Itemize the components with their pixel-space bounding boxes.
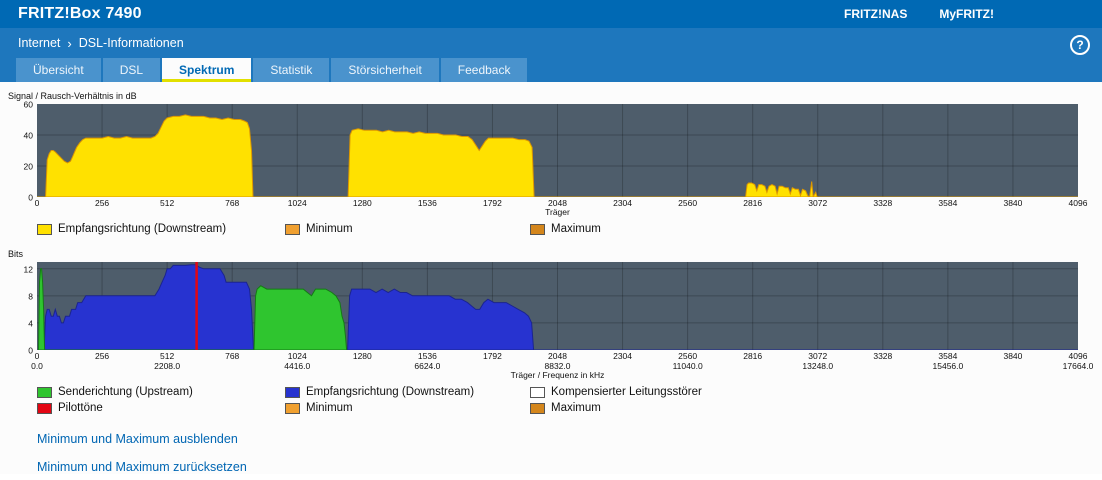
hide-min-max-link[interactable]: Minimum und Maximum ausblenden: [37, 432, 1102, 446]
header-link-myfritz[interactable]: MyFRITZ!: [939, 7, 994, 21]
y-tick-label: 0: [28, 345, 33, 356]
snr-x-axis: 0 256 512 768 1024 1280 1536 1792 2048 2304 2560 28…: [34, 197, 1088, 208]
freq-tick-label: 2208.0: [154, 361, 181, 371]
snr-x-axis-label: Träger: [545, 207, 570, 217]
x-tick-label: 3328: [873, 198, 893, 208]
legend-swatch-icon: [285, 223, 300, 235]
freq-tick-label: 17664.0: [1062, 361, 1094, 371]
legend-swatch-icon: [285, 402, 300, 414]
legend-label: Kompensierter Leitungsstörer: [551, 386, 702, 398]
action-links: Minimum und Maximum ausblenden Minimum u…: [37, 432, 1102, 474]
x-tick-label: 0: [34, 198, 40, 208]
legend-item: Minimum: [285, 223, 353, 235]
snr-chart-title: Signal / Rausch-Verhältnis in dB: [8, 91, 137, 101]
y-tick-label: 60: [23, 99, 33, 110]
snr-chart: 0 20 40 60: [24, 100, 1078, 203]
legend-item: Pilottöne: [37, 402, 103, 414]
freq-tick-label: 8832.0: [544, 361, 571, 371]
x-tick-label: 1280: [352, 198, 372, 208]
x-tick-label: 768: [225, 198, 240, 208]
tab-feedback[interactable]: Feedback: [440, 58, 528, 82]
freq-tick-label: 11040.0: [672, 361, 703, 371]
legend-label: Empfangsrichtung (Downstream): [306, 386, 475, 398]
x-tick-label: 1024: [287, 198, 307, 208]
legend-swatch-icon: [37, 402, 52, 414]
legend-label: Minimum: [306, 402, 353, 414]
bits-x-axis-label: Träger / Frequenz in kHz: [510, 370, 605, 380]
x-tick-label: 256: [94, 198, 110, 208]
breadcrumb: Internet › DSL-Informationen: [18, 36, 184, 51]
tab-statistik[interactable]: Statistik: [253, 58, 330, 82]
breadcrumb-item-dsl-informationen: DSL-Informationen: [78, 36, 184, 50]
freq-tick-label: 4416.0: [284, 361, 311, 371]
top-area: FRITZ!Box 7490 FRITZ!NAS MyFRITZ! Interne…: [0, 0, 1102, 82]
bits-x-axis: 0 256 512 768 1024 1280 1536 1792 2048 2304 2560 28…: [35, 350, 1088, 361]
breadcrumb-bar: Internet › DSL-Informationen: [0, 28, 1102, 58]
bits-chart: 0 4 8 12: [24, 262, 1078, 356]
tab-st-rsicherheit[interactable]: Störsicherheit: [331, 58, 439, 82]
brand-title: FRITZ!Box 7490: [18, 5, 142, 22]
legend-item: Kompensierter Leitungsstörer: [530, 386, 702, 398]
x-tick-label: 2560: [678, 198, 698, 208]
legend-item: Empfangsrichtung (Downstream): [37, 223, 226, 235]
freq-tick-label: 6624.0: [414, 361, 441, 371]
main-content: Signal / Rausch-Verhältnis in dB 0 20 40 60…: [0, 82, 1102, 474]
snr-chart-plot: [37, 104, 1078, 197]
x-tick-label: 2048: [548, 198, 567, 208]
freq-tick-label: 0.0: [31, 361, 43, 371]
y-tick-label: 40: [23, 130, 33, 141]
x-tick-label: 2816: [743, 198, 763, 208]
y-tick-label: 4: [28, 318, 33, 329]
bits-freq-axis: 0.0 2208.0 4416.0 6624.0 8832.0 11040.0 13248.…: [31, 360, 1093, 371]
x-tick-label: 3840: [1003, 198, 1023, 208]
legend-swatch-icon: [37, 386, 52, 398]
legend-item: Empfangsrichtung (Downstream): [285, 386, 474, 398]
legend-item: Senderichtung (Upstream): [37, 386, 193, 398]
legend-label: Maximum: [551, 223, 601, 235]
tab-bar: Übersicht DSL Spektrum Statistik Störsicherh…: [0, 58, 1102, 82]
snr-y-axis: 0 20 40 60: [11, 100, 33, 203]
reset-min-max-link[interactable]: Minimum und Maximum zurücksetzen: [37, 460, 1102, 474]
snr-legend: Empfangsrichtung (Downstream) Minimum Maxi…: [37, 223, 1078, 239]
x-tick-label: 4096: [1068, 198, 1088, 208]
legend-label: Empfangsrichtung (Downstream): [58, 223, 227, 235]
bits-chart-plot: [37, 262, 1078, 350]
legend-swatch-icon: [530, 386, 545, 398]
freq-tick-label: 15456.0: [932, 361, 964, 371]
legend-item: Maximum: [530, 402, 601, 414]
y-tick-label: 0: [28, 192, 33, 203]
bits-y-axis: 0 4 8 12: [11, 262, 33, 355]
legend-swatch-icon: [37, 223, 52, 235]
help-icon[interactable]: ?: [1070, 35, 1090, 55]
legend-swatch-icon: [530, 223, 545, 235]
x-tick-label: 1792: [482, 198, 502, 208]
x-tick-label: 512: [160, 198, 175, 208]
tab-dsl[interactable]: DSL: [102, 58, 161, 82]
bits-chart-title: Bits: [8, 249, 24, 259]
legend-item: Minimum: [285, 402, 353, 414]
x-tick-label: 3584: [938, 198, 958, 208]
legend-swatch-icon: [285, 386, 300, 398]
legend-label: Maximum: [551, 402, 601, 414]
header-links: FRITZ!NAS MyFRITZ!: [844, 7, 994, 21]
tab-spektrum[interactable]: Spektrum: [162, 58, 252, 82]
legend-swatch-icon: [530, 402, 545, 414]
tab--bersicht[interactable]: Übersicht: [16, 58, 101, 82]
breadcrumb-item-internet[interactable]: Internet: [18, 36, 60, 50]
header-bar: FRITZ!Box 7490 FRITZ!NAS MyFRITZ!: [0, 0, 1102, 28]
chevron-right-icon: ›: [67, 35, 72, 51]
bits-legend: Senderichtung (Upstream) Empfangsrichtung…: [37, 386, 1078, 418]
y-tick-label: 12: [23, 264, 33, 275]
freq-tick-label: 13248.0: [802, 361, 834, 371]
legend-label: Senderichtung (Upstream): [58, 386, 193, 398]
header-link-fritznas[interactable]: FRITZ!NAS: [844, 7, 907, 21]
y-tick-label: 8: [28, 291, 33, 302]
x-tick-label: 3072: [808, 198, 828, 208]
y-tick-label: 20: [23, 161, 33, 172]
x-tick-label: 1536: [417, 198, 437, 208]
legend-label: Pilottöne: [58, 402, 103, 414]
legend-item: Maximum: [530, 223, 601, 235]
legend-label: Minimum: [306, 223, 353, 235]
x-tick-label: 2304: [613, 198, 633, 208]
